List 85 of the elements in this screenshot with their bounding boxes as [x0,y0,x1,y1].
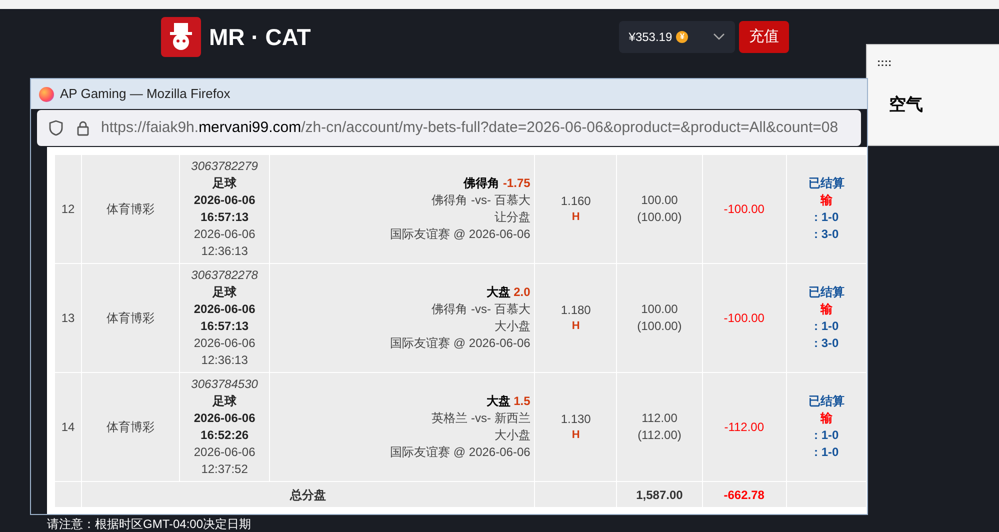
placed-time: 12:37:52 [200,461,249,478]
coin-icon: ¥ [676,31,688,43]
row-index: 13 [54,264,82,372]
row-index: 12 [54,154,82,264]
product-cell: 体育博彩 [82,372,180,482]
stake: 112.00 [640,410,678,427]
win-loss: -100.00 [702,154,786,264]
bet-id: 3063782278 [190,267,259,284]
win-loss: -112.00 [702,372,786,482]
odds: 1.160 [560,193,592,209]
sport: 足球 [211,284,238,301]
score: : 1-0 [812,444,840,461]
odds: 1.130 [560,411,592,427]
event-time: 16:52:26 [200,427,250,444]
chevron-icon [712,33,725,41]
selection: 大盘 [486,394,510,408]
shield-icon [49,120,63,136]
side-window-text: 空气 [889,94,924,116]
lock-icon [77,120,89,136]
selection: 佛得角 [464,176,500,190]
placed-date: 2026-06-06 [192,444,256,461]
match-teams: 英格兰 -vs- 新西兰 [430,410,530,427]
market-type: 大小盘 [493,427,530,444]
footer-note: 请注意：根据时区GMT-04:00决定日期 [47,517,252,531]
stake: 100.00 [640,192,679,209]
stake: 100.00 [640,301,679,318]
score: : 1-0 [812,427,840,444]
status: 已结算 [807,284,846,301]
valid-stake: (100.00) [636,209,683,226]
odds-type: H [570,428,581,443]
handicap-line: -1.75 [502,176,530,190]
result: 输 [819,301,834,318]
league-date: 国际友谊赛 @ 2026-06-06 [389,444,530,461]
selection: 大盘 [486,285,510,299]
total-stake: 1,587.00 [616,482,702,508]
event-time: 16:57:13 [200,318,250,335]
score: : 3-0 [812,335,840,352]
valid-stake: (112.00) [636,427,682,444]
placed-date: 2026-06-06 [192,226,256,243]
bet-id: 3063784530 [190,376,259,393]
url-text: https://faiak9h.mervani99.com/zh-cn/account/my-bets-full?date=2026-06-06&oproduct=&product=All&count=08 [101,118,838,138]
placed-time: 12:36:13 [200,243,249,260]
event-date: 2026-06-06 [192,410,256,427]
total-label: 总分盘 [82,482,535,508]
valid-stake: (100.00) [636,318,683,335]
market-type: 大小盘 [493,318,530,335]
window-title: AP Gaming — Mozilla Firefox [60,85,230,104]
firefox-icon [39,86,54,102]
window-grip: :::: [877,56,893,71]
event-time: 16:57:13 [200,209,250,226]
handicap-line: 2.0 [514,285,530,299]
event-date: 2026-06-06 [192,301,256,318]
balance: ¥353.19 [628,29,672,46]
odds-type: H [570,210,581,225]
status: 已结算 [807,393,846,410]
sport: 足球 [211,175,238,192]
win-loss: -100.00 [702,264,786,372]
league-date: 国际友谊赛 @ 2026-06-06 [389,226,530,243]
bet-id: 3063782279 [190,158,259,175]
sport: 足球 [211,393,238,410]
score: : 1-0 [812,318,840,335]
result: 输 [819,410,834,427]
result: 输 [819,192,834,209]
odds: 1.180 [560,302,592,318]
topup-button[interactable]: 充值 [738,21,789,53]
score: : 1-0 [812,209,840,226]
match-teams: 佛得角 -vs- 百慕大 [430,301,530,318]
odds-type: H [570,319,581,334]
product-cell: 体育博彩 [82,154,180,264]
event-date: 2026-06-06 [192,192,256,209]
handicap-line: 1.5 [514,394,530,408]
balance-dropdown[interactable]: ¥353.19 ¥ [618,21,735,53]
placed-date: 2026-06-06 [192,335,256,352]
row-index: 14 [54,372,82,482]
address-bar[interactable]: https://faiak9h.mervani99.com/zh-cn/account/my-bets-full?date=2026-06-06&oproduct=&product=All&count=08 [37,110,861,146]
league-date: 国际友谊赛 @ 2026-06-06 [389,335,530,352]
match-teams: 佛得角 -vs- 百慕大 [430,192,530,209]
logo-text: MR · CAT [209,22,311,52]
total-win-loss: -662.78 [702,482,786,508]
product-cell: 体育博彩 [82,264,180,372]
score: : 3-0 [812,226,840,243]
status: 已结算 [807,175,846,192]
placed-time: 12:36:13 [200,352,249,369]
cat-logo-icon [161,17,201,57]
market-type: 让分盘 [493,209,530,226]
